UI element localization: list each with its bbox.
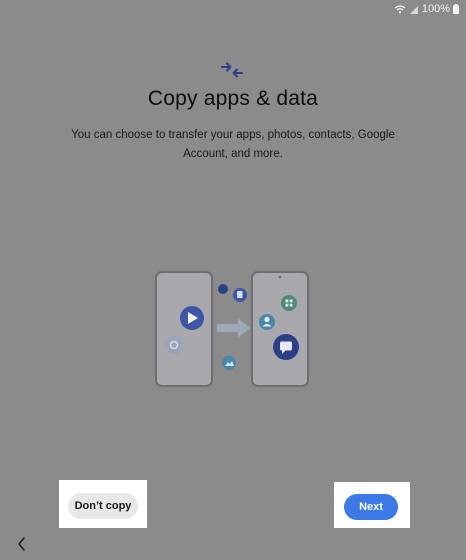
page-title: Copy apps & data [147,87,319,110]
transfer-arrow-icon [217,318,250,338]
apps-icon [281,295,297,311]
wifi-icon [394,4,406,13]
dont-copy-highlight: Don’t copy [59,480,147,528]
page-subtitle: You can choose to transfer your apps, ph… [71,129,395,160]
next-highlight: Next [334,482,410,528]
battery-percentage: 100% [421,3,450,15]
music-icon [218,284,228,294]
status-bar: 100% [394,3,459,15]
target-phone [251,271,309,387]
next-button[interactable]: Next [344,494,398,520]
dont-copy-button[interactable]: Don’t copy [68,493,138,519]
source-phone [155,271,213,387]
settings-icon [165,336,183,354]
transfer-arrows-icon [221,62,243,78]
chevron-left-icon[interactable] [14,534,30,554]
signal-icon [409,5,418,14]
phone-transfer-illustration [155,271,309,387]
battery-icon [453,4,459,14]
